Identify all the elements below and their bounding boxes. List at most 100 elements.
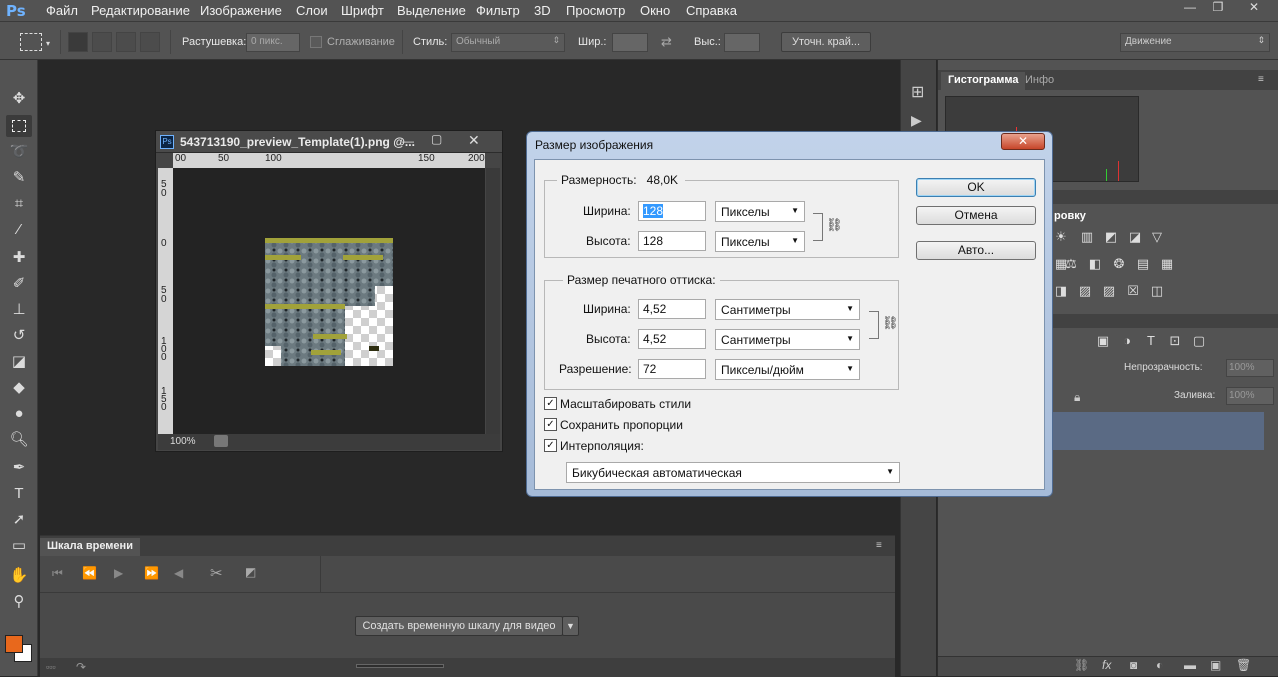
scale-styles-checkbox[interactable]: ✓	[544, 397, 557, 410]
menu-3d[interactable]: 3D	[534, 3, 551, 18]
panel-menu-icon[interactable]: ≡	[1258, 74, 1264, 85]
next-frame-icon[interactable]: ⏩	[144, 566, 159, 580]
menu-filter[interactable]: Фильтр	[476, 3, 520, 18]
add-selection-icon[interactable]	[92, 32, 112, 52]
zoom-slider[interactable]	[356, 664, 444, 668]
status-menu-icon[interactable]	[214, 435, 228, 447]
delete-layer-icon[interactable]: 🗑︎	[1236, 658, 1251, 672]
doc-width-input[interactable]: 4,52	[638, 299, 706, 319]
px-height-input[interactable]: 128	[638, 231, 706, 251]
zoom-tool-icon[interactable]: ⚲	[6, 591, 32, 613]
opacity-input[interactable]: 100%	[1226, 359, 1274, 377]
rectangle-tool-icon[interactable]: ▭	[6, 535, 32, 557]
timeline-tab[interactable]: Шкала времени	[40, 538, 140, 556]
subtract-selection-icon[interactable]	[116, 32, 136, 52]
doc-height-unit-select[interactable]: Сантиметры ▼	[715, 329, 860, 350]
threshold-icon[interactable]: ▨	[1100, 282, 1118, 300]
blur-tool-icon[interactable]: ●	[6, 403, 32, 425]
auto-button[interactable]: Авто...	[916, 241, 1036, 260]
go-first-frame-icon[interactable]: ⏮	[52, 566, 63, 581]
invert-icon[interactable]: ◨	[1052, 282, 1070, 300]
clone-stamp-tool-icon[interactable]: ⊥	[6, 299, 32, 321]
filter-adjust-icon[interactable]: ◑	[1118, 332, 1136, 350]
doc-width-unit-select[interactable]: Сантиметры ▼	[715, 299, 860, 320]
channel-mixer-icon[interactable]: ▤	[1134, 255, 1152, 273]
ok-button[interactable]: OK	[916, 178, 1036, 197]
resolution-input[interactable]: 72	[638, 359, 706, 379]
swap-icon[interactable]: ⇄	[661, 34, 672, 50]
refine-edge-button[interactable]: Уточн. край...	[781, 32, 871, 52]
new-layer-icon[interactable]: ▣	[1210, 658, 1221, 672]
brush-tool-icon[interactable]: ✐	[6, 273, 32, 295]
new-adjustment-icon[interactable]: ◐	[1156, 658, 1163, 672]
selective-color-icon[interactable]: ◫	[1148, 282, 1166, 300]
foreground-color-swatch[interactable]	[5, 635, 23, 653]
color-balance-icon[interactable]: ⚖	[1062, 255, 1080, 273]
lasso-tool-icon[interactable]: ➰	[6, 141, 32, 163]
add-mask-icon[interactable]: ◙	[1130, 658, 1137, 672]
bw-icon[interactable]: ◧	[1086, 255, 1104, 273]
dialog-close-button[interactable]: ✕	[1001, 133, 1045, 150]
cancel-button[interactable]: Отмена	[916, 206, 1036, 225]
move-tool-icon[interactable]: ✥	[6, 88, 32, 110]
split-scissors-icon[interactable]: ✂	[210, 564, 223, 582]
tab-info[interactable]: Инфо	[1018, 72, 1061, 90]
vibrance-icon[interactable]: ▽	[1148, 228, 1166, 246]
paint-bucket-tool-icon[interactable]: ◆	[6, 377, 32, 399]
prev-frame-icon[interactable]: ⏪	[82, 566, 97, 580]
dodge-tool-icon[interactable]: 🔍︎	[6, 429, 32, 451]
constrain-proportions-checkbox[interactable]: ✓	[544, 418, 557, 431]
brightness-icon[interactable]: ☀	[1052, 228, 1070, 246]
layer-row-selected[interactable]	[1050, 412, 1264, 450]
document-titlebar[interactable]: Ps 543713190_preview_Template(1).png @..…	[156, 131, 502, 153]
marquee-preset-icon[interactable]	[20, 33, 42, 51]
fill-input[interactable]: 100%	[1226, 387, 1274, 405]
new-group-icon[interactable]: ▬	[1184, 658, 1196, 672]
convert-icon[interactable]: ↷	[76, 660, 86, 674]
px-width-input[interactable]: 128	[638, 201, 706, 221]
link-layers-icon[interactable]: ⛓	[1074, 658, 1089, 672]
menu-help[interactable]: Справка	[686, 3, 737, 18]
menu-layers[interactable]: Слои	[296, 3, 328, 18]
lock-icon[interactable]: 🔒︎	[1074, 390, 1080, 405]
doc-close-icon[interactable]: ✕	[468, 132, 480, 149]
menu-window[interactable]: Окно	[640, 3, 670, 18]
zoom-level[interactable]: 100%	[170, 436, 196, 447]
frame-mode-icon[interactable]: ▫▫▫	[46, 662, 56, 672]
preset-chevron-down-icon[interactable]: ▾	[46, 39, 50, 48]
resolution-unit-select[interactable]: Пикселы/дюйм ▼	[715, 359, 860, 380]
history-brush-tool-icon[interactable]: ↺	[6, 325, 32, 347]
levels-icon[interactable]: ▥	[1078, 228, 1096, 246]
resample-method-select[interactable]: Бикубическая автоматическая ▼	[566, 462, 900, 483]
healing-brush-tool-icon[interactable]: ✚	[6, 247, 32, 269]
audio-icon[interactable]: ◀	[174, 566, 183, 580]
resample-checkbox[interactable]: ✓	[544, 439, 557, 452]
posterize-icon[interactable]: ▨	[1076, 282, 1094, 300]
filter-image-icon[interactable]: ▣	[1094, 332, 1112, 350]
create-video-timeline-button[interactable]: Создать временную шкалу для видео	[355, 616, 563, 636]
close-window-button[interactable]: ✕	[1240, 0, 1268, 16]
exposure-icon[interactable]: ◪	[1126, 228, 1144, 246]
rect-marquee-tool-icon[interactable]	[6, 115, 32, 137]
menu-image[interactable]: Изображение	[200, 3, 282, 18]
curves-icon[interactable]: ◩	[1102, 228, 1120, 246]
intersect-selection-icon[interactable]	[140, 32, 160, 52]
menu-edit[interactable]: Редактирование	[91, 3, 190, 18]
vertical-scrollbar[interactable]	[486, 168, 500, 434]
doc-height-input[interactable]: 4,52	[638, 329, 706, 349]
transition-icon[interactable]: ◩	[245, 565, 256, 579]
timeline-dropdown-icon[interactable]: ▼	[562, 616, 579, 636]
actions-play-icon[interactable]: ▶	[911, 112, 922, 129]
eraser-tool-icon[interactable]: ◪	[6, 351, 32, 373]
tab-histogram[interactable]: Гистограмма	[941, 72, 1026, 90]
new-selection-icon[interactable]	[68, 32, 88, 52]
crop-tool-icon[interactable]: ⌗	[6, 193, 32, 215]
document-canvas[interactable]	[173, 168, 485, 434]
filter-shape-icon[interactable]: ⊡	[1166, 332, 1184, 350]
filter-type-icon[interactable]: T	[1142, 332, 1160, 350]
history-icon[interactable]: ⊞	[911, 82, 924, 102]
path-select-tool-icon[interactable]: ➚	[6, 509, 32, 531]
pen-tool-icon[interactable]: ✒	[6, 457, 32, 479]
menu-select[interactable]: Выделение	[397, 3, 466, 18]
play-icon[interactable]: ▶	[114, 566, 123, 580]
